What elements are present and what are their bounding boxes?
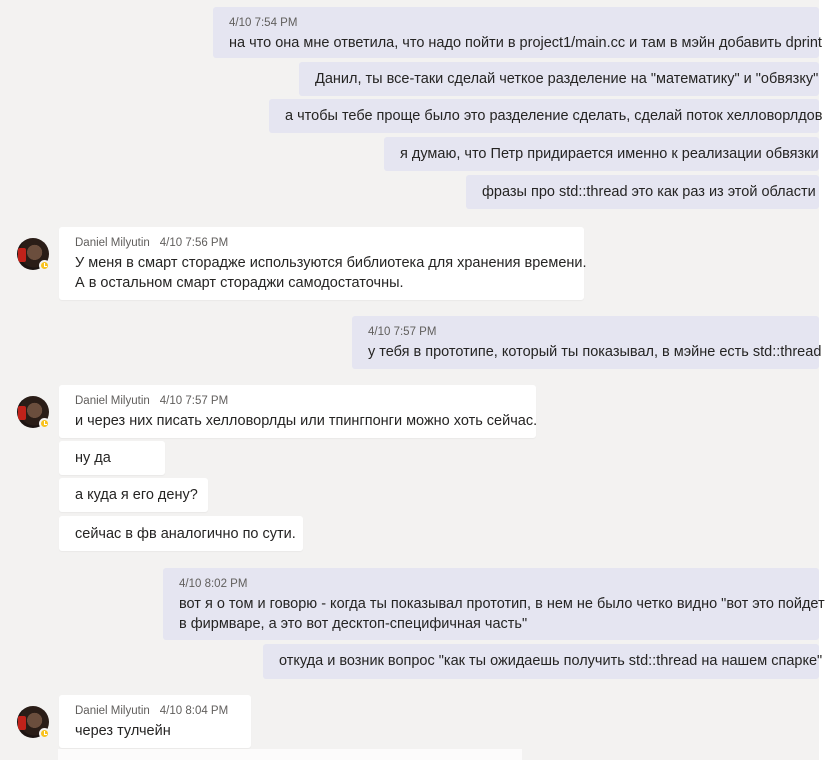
message-text: Данил, ты все-таки сделай четкое разделе… <box>315 71 819 87</box>
incoming-message[interactable]: а куда я его дену? <box>59 478 208 512</box>
next-message-peek <box>58 749 522 760</box>
outgoing-message[interactable]: 4/10 8:02 PM вот я о том и говорю - когд… <box>163 568 825 640</box>
user-avatar[interactable] <box>17 396 50 429</box>
message-timestamp: 4/10 7:57 PM <box>368 326 437 338</box>
message-text: у тебя в прототипе, который ты показывал… <box>368 344 822 360</box>
incoming-message[interactable]: ну да <box>59 441 165 475</box>
incoming-message[interactable]: Daniel Milyutin 4/10 7:57 PM и через них … <box>59 385 538 438</box>
outgoing-message[interactable]: 4/10 7:57 PM у тебя в прототипе, который… <box>352 316 822 369</box>
message-timestamp: 4/10 7:57 PM <box>159 395 229 407</box>
outgoing-message[interactable]: откуда и возник вопрос "как ты ожидаешь … <box>263 644 823 679</box>
user-avatar[interactable] <box>17 706 50 739</box>
message-timestamp: 4/10 7:56 PM <box>159 237 229 249</box>
outgoing-message[interactable]: фразы про std::thread это как раз из это… <box>466 175 819 209</box>
outgoing-message[interactable]: я думаю, что Петр придирается именно к р… <box>384 137 819 171</box>
message-text: У меня в смарт сторадже используются биб… <box>75 255 587 271</box>
message-timestamp: 4/10 7:54 PM <box>229 17 298 29</box>
incoming-message[interactable]: Daniel Milyutin 4/10 8:04 PM через тулчей… <box>59 695 251 748</box>
message-text: А в остальном смарт стораджи самодостато… <box>75 275 404 291</box>
message-text: в фирмваре, а это вот десктоп-специфична… <box>179 616 528 632</box>
message-text: ну да <box>75 450 111 466</box>
message-author[interactable]: Daniel Milyutin <box>75 395 150 407</box>
message-author[interactable]: Daniel Milyutin <box>75 237 150 249</box>
message-text: на что она мне ответила, что надо пойти … <box>229 35 822 51</box>
user-avatar[interactable] <box>17 238 50 271</box>
away-status-icon <box>39 418 50 429</box>
message-timestamp: 4/10 8:02 PM <box>179 578 248 590</box>
message-text: а куда я его дену? <box>75 487 198 503</box>
message-text: и через них писать хелловорлды или тпинг… <box>75 413 538 429</box>
message-text: а чтобы тебе проще было это разделение с… <box>285 108 823 124</box>
outgoing-message[interactable]: а чтобы тебе проще было это разделение с… <box>269 99 823 133</box>
away-status-icon <box>39 728 50 739</box>
message-text: вот я о том и говорю - когда ты показыва… <box>179 596 825 612</box>
incoming-message[interactable]: сейчас в фв аналогично по сути. <box>59 516 303 551</box>
away-status-icon <box>39 260 50 271</box>
message-timestamp: 4/10 8:04 PM <box>159 705 229 717</box>
incoming-message[interactable]: Daniel Milyutin 4/10 7:56 PM У меня в сма… <box>59 227 587 300</box>
message-author[interactable]: Daniel Milyutin <box>75 705 150 717</box>
message-text: через тулчейн <box>75 723 171 739</box>
message-text: откуда и возник вопрос "как ты ожидаешь … <box>279 653 823 669</box>
message-text: фразы про std::thread это как раз из это… <box>482 184 816 200</box>
message-text: сейчас в фв аналогично по сути. <box>75 526 296 542</box>
outgoing-message[interactable]: Данил, ты все-таки сделай четкое разделе… <box>299 62 819 96</box>
outgoing-message[interactable]: 4/10 7:54 PM на что она мне ответила, чт… <box>213 7 822 58</box>
message-text: я думаю, что Петр придирается именно к р… <box>400 146 819 162</box>
